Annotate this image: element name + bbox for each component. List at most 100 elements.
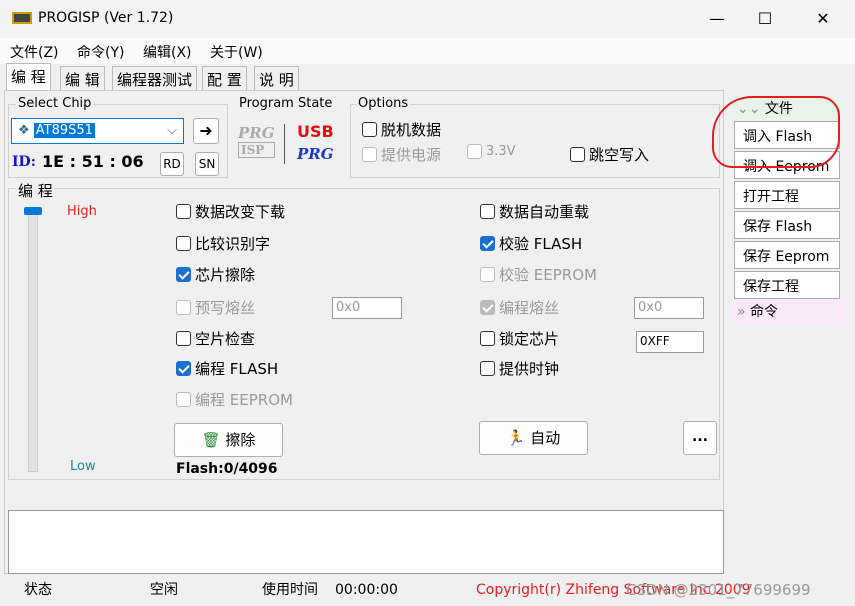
program-option-checkbox[interactable]: 校验 EEPROM <box>480 264 597 285</box>
options-label: Options <box>356 96 411 111</box>
elapsed-time: 00:00:00 <box>335 582 398 598</box>
checkbox-label: 数据改变下载 <box>195 203 286 221</box>
more-button[interactable]: ... <box>683 421 717 455</box>
checkbox-box[interactable] <box>176 300 191 315</box>
skip-blank-checkbox[interactable]: 跳空写入 <box>570 144 649 165</box>
lock-bits-input[interactable]: 0XFF <box>636 331 704 353</box>
checkbox-label: 数据自动重载 <box>499 203 590 221</box>
menu-bar <box>0 38 855 64</box>
program-option-checkbox[interactable]: 空片检查 <box>176 328 255 349</box>
tab-config[interactable]: 配 置 <box>202 66 247 90</box>
chip-select[interactable]: ❖ AT89S51 ⌵ <box>11 118 184 144</box>
pre-fuse-input[interactable]: 0x0 <box>332 297 402 319</box>
program-option-checkbox[interactable]: 编程 FLASH <box>176 358 278 379</box>
sidebar-item[interactable]: 调入 Flash <box>734 121 840 149</box>
auto-button[interactable]: 🏃 自动 <box>479 421 588 455</box>
time-label: 使用时间 <box>262 582 318 598</box>
menu-file[interactable]: 文件(Z) <box>10 42 59 62</box>
id-label: ID: <box>12 154 36 170</box>
status-label: 状态 <box>24 582 52 598</box>
select-chip-label: Select Chip <box>16 96 94 111</box>
maximize-button[interactable]: ☐ <box>742 4 788 34</box>
speed-slider-track[interactable] <box>28 210 38 472</box>
checkbox-label: 空片检查 <box>195 330 256 348</box>
checkbox-box[interactable] <box>176 331 191 346</box>
divider <box>284 124 285 164</box>
checkbox-box[interactable] <box>480 331 495 346</box>
checkbox-box[interactable] <box>480 236 495 251</box>
log-output[interactable] <box>8 510 724 574</box>
checkbox-label: 编程熔丝 <box>499 299 560 317</box>
high-label: High <box>67 204 97 219</box>
checkbox-box[interactable] <box>176 361 191 376</box>
program-state-label: Program State <box>237 96 335 111</box>
program-option-checkbox[interactable]: 编程熔丝 <box>480 297 559 318</box>
tab-tester[interactable]: 编程器测试 <box>112 66 198 90</box>
offline-data-checkbox[interactable]: 脱机数据 <box>362 119 441 140</box>
erase-button[interactable]: 🗑 擦除 <box>174 423 283 457</box>
minimize-button[interactable]: — <box>694 4 740 34</box>
speed-slider-thumb[interactable] <box>24 207 42 215</box>
watermark: CSDN @2301_77699699 <box>626 581 811 599</box>
flash-usage: Flash:0/4096 <box>176 461 278 477</box>
serial-number-button[interactable]: SN <box>195 152 219 176</box>
tab-edit[interactable]: 编 辑 <box>60 66 105 90</box>
checkbox-box[interactable] <box>480 300 495 315</box>
checkbox-box[interactable] <box>176 236 191 251</box>
checkbox-label: 芯片擦除 <box>195 266 256 284</box>
checkbox-box[interactable] <box>480 361 495 376</box>
program-option-checkbox[interactable]: 数据自动重载 <box>480 201 589 222</box>
checkbox-label: 校验 EEPROM <box>499 266 597 284</box>
program-option-checkbox[interactable]: 校验 FLASH <box>480 233 582 254</box>
program-option-checkbox[interactable]: 预写熔丝 <box>176 297 255 318</box>
program-option-checkbox[interactable]: 比较识别字 <box>176 233 270 254</box>
file-section-header[interactable]: ⌄⌄ 文件 <box>731 98 843 118</box>
program-group <box>8 188 720 480</box>
checkbox-box[interactable] <box>480 267 495 282</box>
program-option-checkbox[interactable]: 编程 EEPROM <box>176 389 293 410</box>
go-arrow-button[interactable]: ➜ <box>193 118 219 144</box>
usb-prg-icon: USB PRG <box>297 122 334 163</box>
program-option-checkbox[interactable]: 锁定芯片 <box>480 328 559 349</box>
runner-icon: 🏃 <box>506 429 526 447</box>
low-label: Low <box>70 459 96 474</box>
chip-id: 1E : 51 : 06 <box>42 152 144 171</box>
checkbox-label: 编程 FLASH <box>195 360 279 378</box>
chip-icon: ❖ <box>18 123 30 138</box>
sidebar-item[interactable]: 调入 Eeprom <box>734 151 840 179</box>
checkbox-label: 预写熔丝 <box>195 299 256 317</box>
sidebar-item[interactable]: 保存工程 <box>734 271 840 299</box>
trash-icon: 🗑 <box>201 431 221 449</box>
tab-help[interactable]: 说 明 <box>254 66 299 90</box>
program-label: 编 程 <box>16 180 55 201</box>
checkbox-label: 提供时钟 <box>499 360 560 378</box>
program-option-checkbox[interactable]: 提供时钟 <box>480 358 559 379</box>
checkbox-label: 比较识别字 <box>195 235 271 253</box>
program-option-checkbox[interactable]: 数据改变下载 <box>176 201 285 222</box>
command-section-header[interactable]: » 命令 <box>731 301 843 323</box>
app-icon <box>12 12 32 24</box>
close-button[interactable]: ✕ <box>800 4 846 34</box>
program-option-checkbox[interactable]: 芯片擦除 <box>176 264 255 285</box>
tab-program[interactable]: 编 程 <box>6 63 51 90</box>
checkbox-box[interactable] <box>176 392 191 407</box>
program-fuse-input[interactable]: 0x0 <box>634 297 704 319</box>
checkbox-box[interactable] <box>480 204 495 219</box>
chevron-down-icon: ⌵ <box>167 123 177 138</box>
menu-about[interactable]: 关于(W) <box>210 42 263 62</box>
sidebar-item[interactable]: 保存 Flash <box>734 211 840 239</box>
checkbox-label: 编程 EEPROM <box>195 391 293 409</box>
supply-power-checkbox[interactable]: 提供电源 <box>362 144 441 165</box>
sidebar-item[interactable]: 打开工程 <box>734 181 840 209</box>
prg-isp-icon: PRG ISP <box>238 124 275 158</box>
menu-command[interactable]: 命令(Y) <box>77 42 124 62</box>
status-value: 空闲 <box>150 582 178 598</box>
options-group <box>350 104 720 178</box>
sidebar-item[interactable]: 保存 Eeprom <box>734 241 840 269</box>
read-id-button[interactable]: RD <box>160 152 184 176</box>
3v3-checkbox[interactable]: 3.3V <box>467 144 516 159</box>
chip-value: AT89S51 <box>33 123 95 138</box>
checkbox-box[interactable] <box>176 204 191 219</box>
checkbox-box[interactable] <box>176 267 191 282</box>
menu-edit[interactable]: 编辑(X) <box>143 42 192 62</box>
